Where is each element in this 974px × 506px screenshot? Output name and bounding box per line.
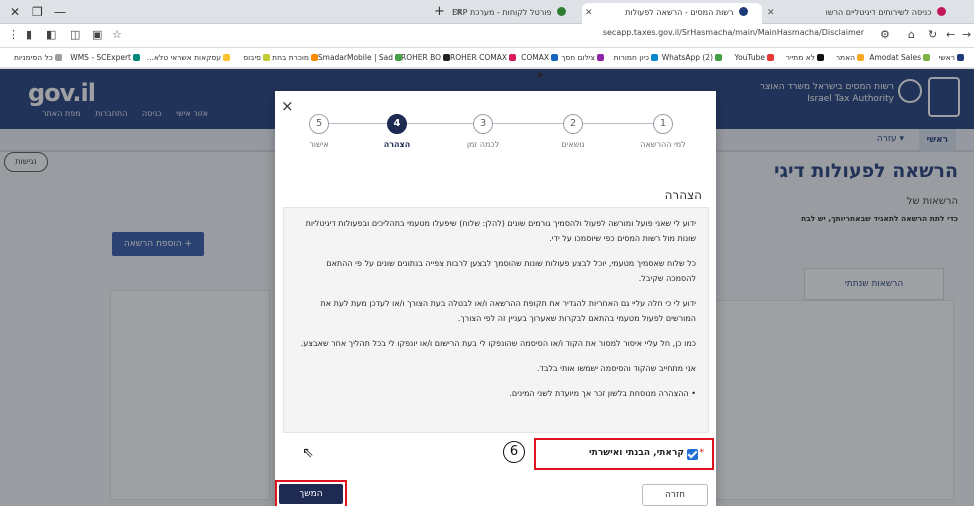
url-field[interactable]: secapp.taxes.gov.il/SrHasmacha/main/Main… [603,28,864,37]
bookmark-item[interactable]: COMAX [521,53,558,62]
declaration-modal: × 1 למי ההרשאה 2 נושאים 3 לכמה זמן 4 הצה… [275,91,716,506]
declaration-paragraph: ידוע לי שאני פועל ומורשה לפעול ולהסמיך ג… [305,219,696,243]
back-icon[interactable]: ← [946,28,955,41]
home-icon[interactable]: ⌂ [908,28,915,41]
tab-tax-authority[interactable]: ✕ רשות המסים - הרשאה לפעולות [582,3,762,24]
wizard-stepper: 1 למי ההרשאה 2 נושאים 3 לכמה זמן 4 הצהרה… [275,111,716,157]
step-2-label: נושאים [561,140,585,149]
download-icon[interactable]: ◫ [70,28,80,41]
step-1-label: למי ההרשאה [640,140,686,149]
declaration-text: ידוע לי שאני פועל ומורשה לפעול ולהסמיך ג… [283,207,709,433]
menu-icon[interactable]: ⋮ [8,28,19,41]
tab-label: רשות המסים - הרשאה לפעולות [625,8,734,17]
confirm-label[interactable]: קראתי, הבנתי ואישרתי [589,448,684,458]
bookmark-item[interactable]: מוכרת בחת [272,53,318,62]
bookmark-item[interactable]: צילום חסך [561,53,604,62]
step-2-circle[interactable]: 2 [563,114,583,134]
all-bookmarks[interactable]: כל הסימניות [14,53,62,62]
minimize-window-icon[interactable]: — [54,3,66,21]
tab-close-icon[interactable]: ✕ [585,3,593,23]
tab-favicon-icon [937,7,946,16]
declaration-paragraph: • ההצהרה מנוסחת בלשון זכר אך מיועדת לשני… [509,389,696,398]
tab-label: כניסה לשירותים דיגיטליים הרשו [825,8,932,17]
confirm-checkbox-row[interactable]: * קראתי, הבנתי ואישרתי [534,438,714,470]
bookmark-item[interactable]: Amodat Sales [869,53,930,62]
bookmark-item[interactable]: YouTube [735,53,774,62]
tab-close-icon[interactable]: ✕ [455,3,463,23]
address-bar: ⋮ ▮ ◧ ◫ ▣ ☆ secapp.taxes.gov.il/SrHasmac… [0,24,974,48]
site-info-icon[interactable]: ⚙ [880,28,890,41]
tab-favicon-icon [739,7,748,16]
tab-close-icon[interactable]: ✕ [767,3,775,23]
continue-button[interactable]: המשך [275,480,347,506]
bookmark-item[interactable]: כיון חמורות [614,53,658,62]
required-mark: * [699,448,705,458]
profile-icon[interactable]: ▣ [92,28,102,41]
bookmark-star-icon[interactable]: ☆ [112,28,122,41]
bookmarks-bar: ראשי Amodat Sales האתר לא מתייר YouTube … [0,48,974,68]
forward-icon[interactable]: → [962,28,971,41]
step-4-label: הצהרה [383,140,411,149]
confirm-checkbox[interactable] [687,449,698,460]
back-button[interactable]: חזרה [642,484,708,506]
declaration-paragraph: ידוע לי כי חלה עליי גם האחריות להגדיר את… [320,299,696,323]
tab-digital-services[interactable]: ✕ כניסה לשירותים דיגיטליים הרשו [764,3,960,24]
step-5-circle[interactable]: 5 [309,114,329,134]
reload-icon[interactable]: ↻ [928,28,937,41]
declaration-paragraph: כמו כן, חל עליי איסור למסור את הקוד ו/או… [300,339,696,348]
step-1-circle[interactable]: 1 [653,114,673,134]
mouse-cursor-icon: ➤ [536,70,545,81]
tab-favicon-icon [557,7,566,16]
step-3-label: לכמה זמן [466,140,500,149]
declaration-paragraph: כל שלוח שאסמיך מטעמי, יוכל לבצע פעולות ש… [326,259,696,283]
bookmark-item[interactable]: לא מתייר [786,53,824,62]
continue-button-label[interactable]: המשך [279,484,343,504]
declaration-paragraph: אני מתחייב שהקוד והסיסמה ישמשו אותי בלבד… [536,364,696,373]
sidepanel-icon[interactable]: ◧ [46,28,56,41]
bookmark-item[interactable]: סיבוס [243,53,270,62]
bookmark-item[interactable]: WMS - SCExpert [70,53,140,62]
bookmark-item[interactable]: עסקאות אשראי טלא... [147,53,230,62]
section-title: הצהרה [664,188,702,202]
step-3-circle[interactable]: 3 [473,114,493,134]
bookmark-item[interactable]: ראשי [939,53,964,62]
bookmark-item[interactable]: ROHER BO [401,53,450,62]
new-tab-button[interactable]: + [434,3,445,21]
bookmark-item[interactable]: SmadarMobile | Sad... [311,53,402,62]
browser-tab-bar: ✕ ❐ — ✕ פורטל לקוחות - מערכת ERP © ✕ רשו… [0,0,974,24]
extension-icon[interactable]: ▮ [26,28,32,41]
mouse-cursor-icon: ⇖ [302,445,314,461]
restore-window-icon[interactable]: ❐ [32,3,43,21]
bookmark-item[interactable]: ROHER COMAX [450,53,516,62]
tab-label: פורטל לקוחות - מערכת ERP © [452,8,552,17]
close-window-icon[interactable]: ✕ [10,3,20,21]
tab-erp-portal[interactable]: ✕ פורטל לקוחות - מערכת ERP © [452,3,580,24]
bookmark-item[interactable]: האתר [836,53,864,62]
step-4-circle[interactable]: 4 [387,114,407,134]
step-callout-badge: 6 [503,441,525,463]
bookmark-item[interactable]: (2) WhatsApp [662,53,722,62]
step-5-label: אישור [309,140,329,149]
